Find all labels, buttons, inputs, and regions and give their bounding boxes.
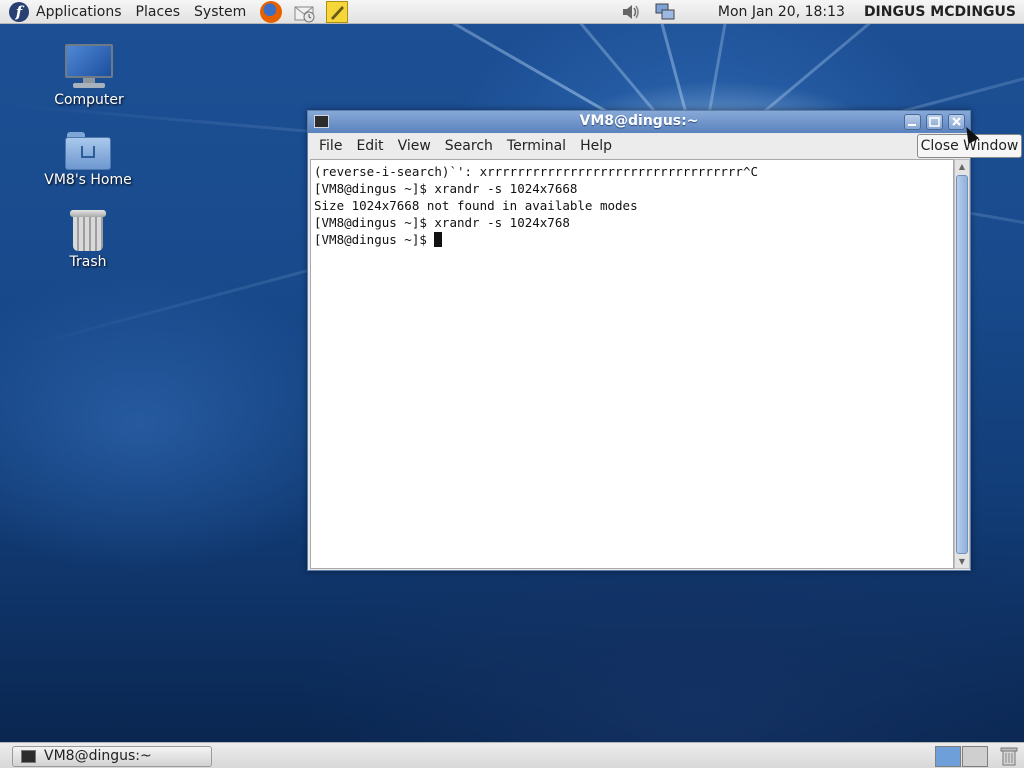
scroll-thumb[interactable] <box>956 175 968 554</box>
workspace-1[interactable] <box>935 746 961 767</box>
terminal-icon <box>21 750 36 763</box>
firefox-icon[interactable] <box>260 0 283 23</box>
menu-view[interactable]: View <box>398 138 431 154</box>
menu-places[interactable]: Places <box>136 4 181 20</box>
scroll-down-arrow-icon[interactable]: ▼ <box>956 556 968 568</box>
desktop-icon-label: Trash <box>69 254 107 270</box>
desktop-icon-trash[interactable]: Trash <box>33 208 143 270</box>
menu-search[interactable]: Search <box>445 138 493 154</box>
menu-applications[interactable]: Applications <box>36 4 122 20</box>
terminal-output[interactable]: (reverse-i-search)`': xrrrrrrrrrrrrrrrrr… <box>310 159 954 569</box>
trash-icon[interactable] <box>1000 746 1018 766</box>
top-panel: f Applications Places System Mon Jan 20,… <box>0 0 1024 24</box>
mail-icon[interactable] <box>293 1 315 23</box>
window-titlebar[interactable]: VM8@dingus:~ <box>308 111 970 133</box>
fedora-logo-icon[interactable]: f <box>9 1 29 22</box>
trash-icon <box>70 208 106 252</box>
menu-terminal[interactable]: Terminal <box>507 138 566 154</box>
desktop-icon-computer[interactable]: Computer <box>34 44 144 108</box>
window-menubar: File Edit View Search Terminal Help <box>308 134 970 158</box>
workspace-2[interactable] <box>962 746 988 767</box>
vertical-scrollbar[interactable]: ▲ ▼ <box>954 159 970 569</box>
terminal-prompt-line: [VM8@dingus ~]$ <box>314 231 953 248</box>
bottom-panel: VM8@dingus:~ <box>0 742 1024 768</box>
user-name[interactable]: DINGUS MCDINGUS <box>864 4 1016 20</box>
menu-edit[interactable]: Edit <box>356 138 383 154</box>
menu-help[interactable]: Help <box>580 138 612 154</box>
terminal-prompt: [VM8@dingus ~]$ <box>314 232 435 247</box>
clock[interactable]: Mon Jan 20, 18:13 <box>718 4 845 20</box>
network-icon[interactable] <box>654 2 676 22</box>
terminal-line: [VM8@dingus ~]$ xrandr -s 1024x7668 <box>314 181 578 196</box>
menu-system[interactable]: System <box>194 4 246 20</box>
terminal-window[interactable]: VM8@dingus:~ File Edit View Search Termi… <box>307 110 971 571</box>
notes-icon[interactable] <box>326 0 349 23</box>
home-folder-icon <box>65 132 111 170</box>
maximize-button[interactable] <box>926 114 943 130</box>
text-cursor <box>434 232 443 247</box>
desktop-icon-home[interactable]: VM8's Home <box>33 132 143 188</box>
taskbar-item-terminal[interactable]: VM8@dingus:~ <box>12 746 212 767</box>
terminal-line: (reverse-i-search)`': xrrrrrrrrrrrrrrrrr… <box>314 164 759 179</box>
taskbar-item-label: VM8@dingus:~ <box>44 748 152 764</box>
window-title: VM8@dingus:~ <box>579 113 699 129</box>
minimize-button[interactable] <box>904 114 921 130</box>
terminal-line: Size 1024x7668 not found in available mo… <box>314 198 638 213</box>
terminal-line: [VM8@dingus ~]$ xrandr -s 1024x768 <box>314 215 570 230</box>
computer-icon <box>64 44 114 90</box>
volume-icon[interactable] <box>620 2 642 22</box>
menu-file[interactable]: File <box>319 138 342 154</box>
scroll-up-arrow-icon[interactable]: ▲ <box>956 161 968 173</box>
desktop-icon-label: Computer <box>54 92 124 108</box>
desktop-icon-label: VM8's Home <box>44 172 132 188</box>
